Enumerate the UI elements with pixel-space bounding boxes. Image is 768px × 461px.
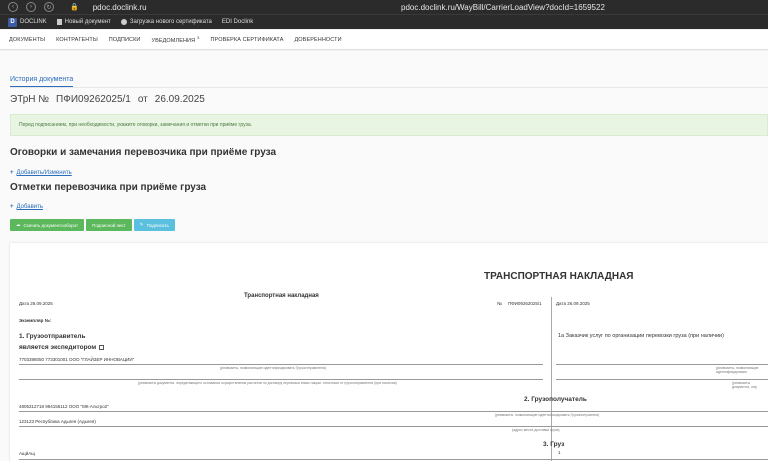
address-host[interactable]: pdoc.doclink.ru: [93, 3, 147, 12]
bookmark-label: Загрузка нового сертификата: [129, 19, 212, 25]
forwarder-label: является экспедитором: [19, 344, 97, 351]
address-line: [19, 426, 768, 427]
consignee-label: 2. Грузополучатель: [524, 396, 587, 403]
add-edit-remarks-link[interactable]: + Добавить/Изменить: [10, 170, 72, 176]
shipper-value: 7703398050 773301001 ООО "ГЛАЙЗЕР ИННОВА…: [19, 357, 135, 362]
customer-doc-line: [556, 379, 768, 380]
download-workflow-label: Скачать документооборот: [23, 222, 79, 228]
forwarder-checkbox[interactable]: [99, 344, 105, 350]
tab-divider: [10, 87, 768, 88]
signature-sheet-button[interactable]: Подписной лист: [86, 219, 132, 231]
doc-prefix: ЭТрН №: [10, 94, 50, 105]
lock-icon[interactable]: 🔒: [70, 3, 79, 11]
main-navigation: Документы Контрагенты Подписки Уведомлен…: [0, 30, 768, 50]
bookmark-label: Новый документ: [64, 19, 111, 25]
sign-button[interactable]: ✎ Подписать: [133, 219, 175, 231]
bookmark-edi-doclink[interactable]: EDI Doclink: [222, 19, 253, 25]
cloud-download-icon: ☁: [16, 222, 21, 227]
add-edit-remarks-label: Добавить/Изменить: [16, 170, 72, 176]
bookmark-doclink[interactable]: D DOCLINK: [8, 17, 47, 27]
consignee-value: 4805312718 994156112 ООО "МК-Альтро2": [19, 404, 109, 409]
address-url[interactable]: pdoc.doclink.ru/WayBill/CarrierLoadView?…: [401, 3, 605, 12]
address-caption: (адрес места доставки груза): [512, 428, 560, 432]
shipper-doc-line: [19, 379, 543, 380]
sign-label: Подписать: [146, 222, 169, 228]
remarks-heading: Оговорки и замечания перевозчика при при…: [10, 147, 277, 158]
document-icon: [56, 19, 62, 25]
cargo-value: 1: [558, 450, 561, 455]
customer-label: 1а Заказчик услуг по организации перевоз…: [558, 333, 724, 339]
browser-toolbar: ‹ › ↻ 🔒 pdoc.doclink.ru pdoc.doclink.ru/…: [0, 0, 768, 14]
sheet-subtitle: Транспортная накладная: [244, 293, 319, 299]
circle-icon: [120, 19, 127, 25]
cargo-line: [19, 459, 768, 460]
reload-icon[interactable]: ↻: [44, 2, 54, 12]
nav-notifications-label: Уведомления: [151, 37, 196, 44]
sheet-title: ТРАНСПОРТНАЯ НАКЛАДНАЯ: [484, 271, 634, 282]
shipper-caption: (реквизиты, позволяющие идентифицировать…: [220, 366, 327, 370]
page-content: История документа ЭТрН № ПФИ09262025/1 о…: [0, 51, 768, 461]
plus-icon: +: [10, 204, 14, 210]
nav-notifications[interactable]: Уведомления3: [151, 35, 199, 44]
address-value: 123123 Республика Адыгея (Адыгея): [19, 419, 96, 424]
notifications-badge: 3: [197, 35, 200, 41]
customer-doc-caption: (реквизиты документа, опр: [732, 381, 757, 389]
consignee-line: [19, 411, 768, 412]
sheet-number-label: №: [497, 301, 502, 306]
bottom-text: АщйАщ: [19, 451, 35, 456]
shipper-doc-caption: (реквизиты документа, определяющего осно…: [138, 381, 397, 385]
forward-icon[interactable]: ›: [26, 2, 36, 12]
document-preview: ТРАНСПОРТНАЯ НАКЛАДНАЯ Транспортная накл…: [10, 243, 768, 461]
back-icon[interactable]: ‹: [8, 2, 18, 12]
cargo-label: 3. Груз: [543, 441, 565, 448]
add-marks-label: Добавить: [16, 204, 44, 210]
marks-heading: Отметки перевозчика при приёме груза: [10, 182, 207, 193]
sheet-date-left: Дата 26.09.2025: [19, 301, 53, 306]
bookmark-label: DOCLINK: [20, 19, 47, 25]
customer-caption: (реквизиты, позволяющие идентифицировать: [716, 366, 759, 374]
download-workflow-button[interactable]: ☁ Скачать документооборот: [10, 219, 85, 231]
shipper-label: 1. Грузоотправитель: [19, 333, 86, 340]
sheet-date-right: Дата 26.09.2025: [556, 301, 590, 306]
consignee-caption: (реквизиты, позволяющие идентифицировать…: [495, 413, 600, 417]
plus-icon: +: [10, 170, 14, 176]
nav-counterparties[interactable]: Контрагенты: [56, 37, 98, 43]
info-notice: Перед подписанием, при необходимости, ук…: [10, 114, 768, 136]
doc-sep: от: [137, 94, 148, 105]
action-buttons: ☁ Скачать документооборот Подписной лист …: [10, 219, 175, 231]
bookmark-certificate-upload[interactable]: Загрузка нового сертификата: [120, 19, 212, 25]
sheet-copy-no: Экземпляр №:: [19, 318, 52, 323]
nav-certificate-check[interactable]: Проверка сертификата: [211, 37, 284, 43]
customer-line: [556, 364, 768, 365]
tab-document-history[interactable]: История документа: [10, 76, 74, 87]
pen-icon: ✎: [139, 222, 144, 227]
add-marks-link[interactable]: + Добавить: [10, 204, 43, 210]
doc-number: ПФИ09262025/1: [56, 94, 131, 105]
doclink-logo-icon: D: [8, 17, 17, 27]
nav-powers-of-attorney[interactable]: Доверенности: [294, 37, 341, 43]
nav-subscriptions[interactable]: Подписки: [109, 37, 141, 43]
page-title: ЭТрН № ПФИ09262025/1 от 26.09.2025: [10, 94, 205, 105]
bookmarks-bar: D DOCLINK Новый документ Загрузка нового…: [0, 14, 768, 29]
bookmark-new-document[interactable]: Новый документ: [56, 19, 111, 25]
doc-date: 26.09.2025: [154, 94, 205, 105]
forwarder-row: является экспедитором: [19, 344, 105, 351]
shipper-line: [19, 364, 543, 365]
bookmark-label: EDI Doclink: [221, 19, 254, 25]
nav-documents[interactable]: Документы: [9, 37, 45, 43]
sheet-number: ПФИ09262025/1: [508, 301, 542, 306]
sheet-divider: [551, 297, 552, 461]
